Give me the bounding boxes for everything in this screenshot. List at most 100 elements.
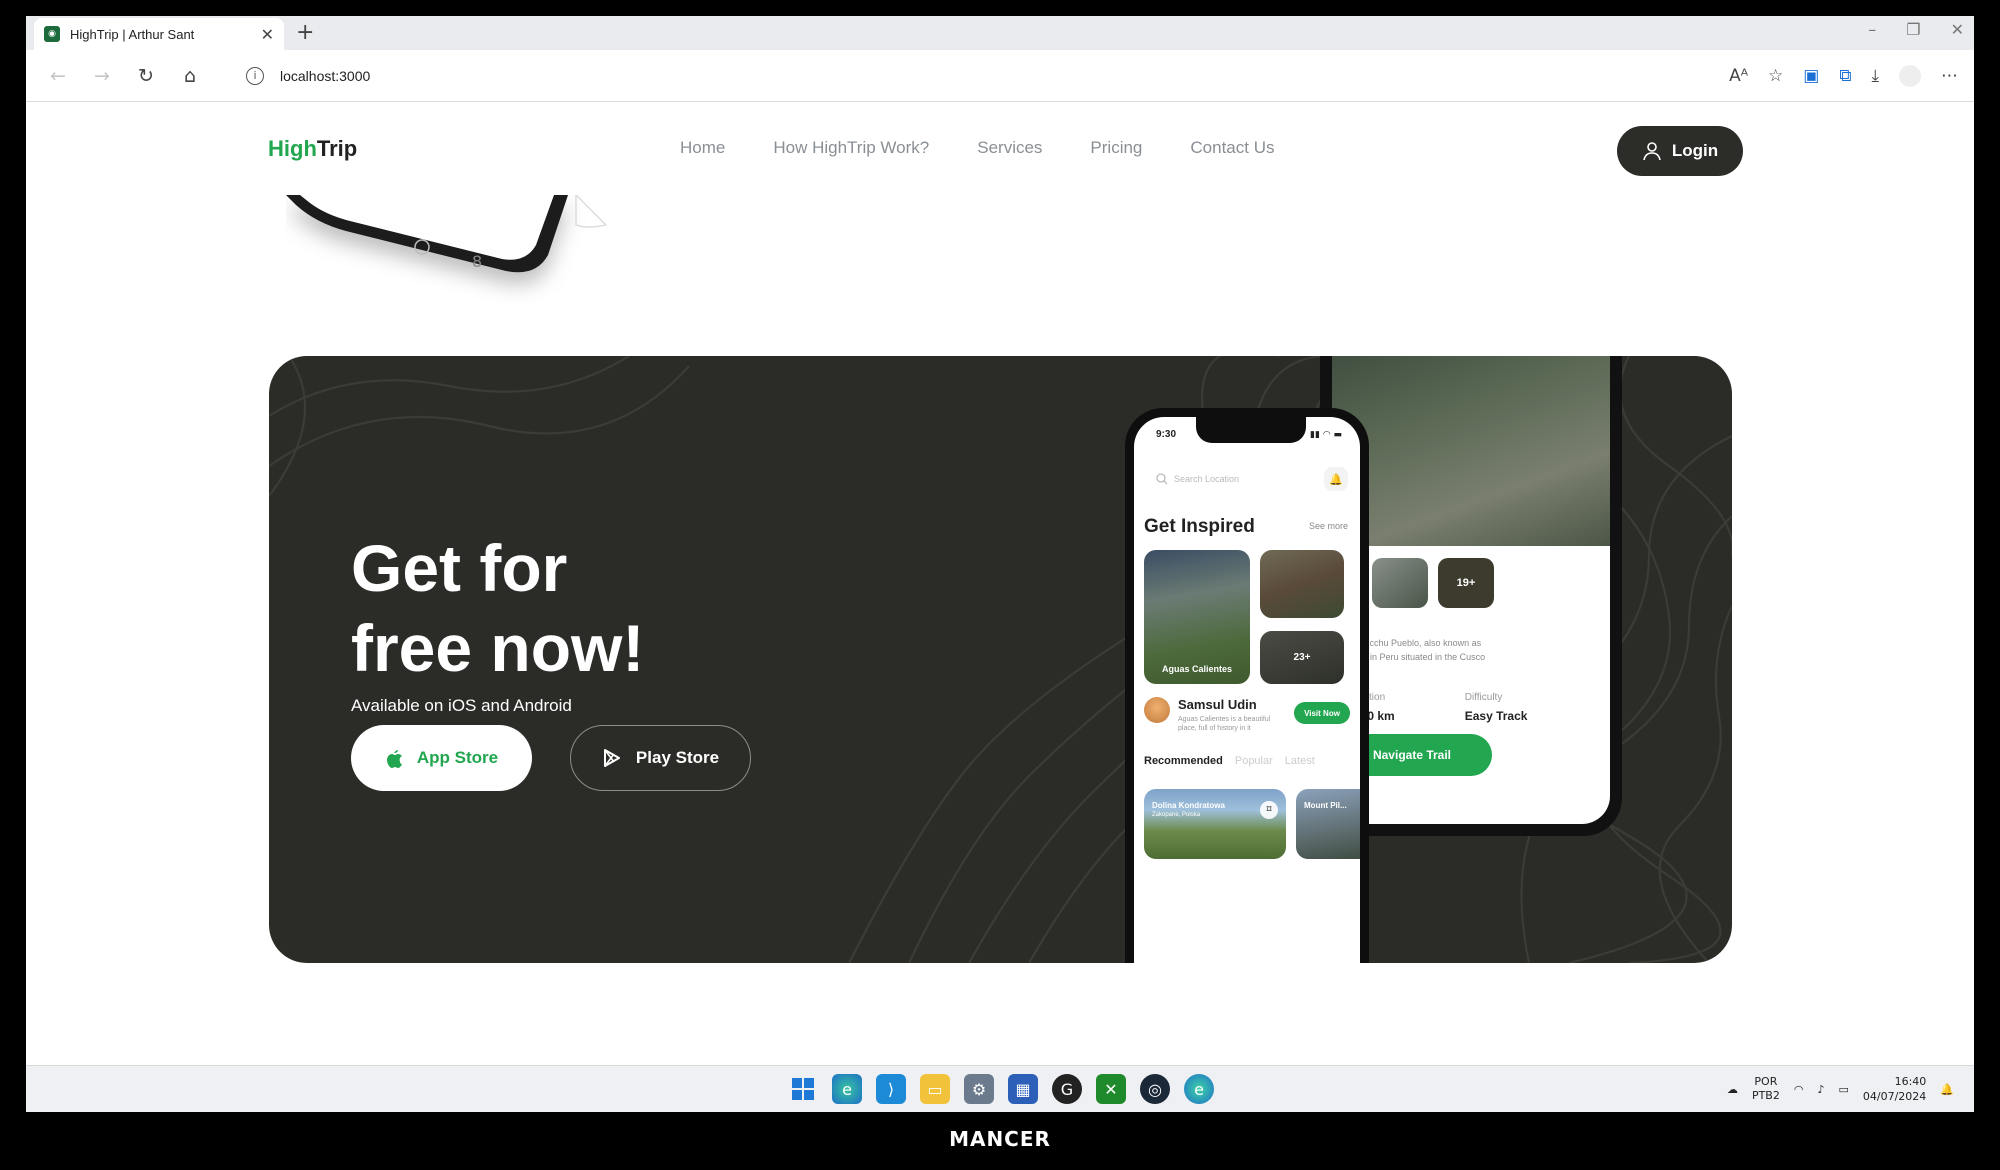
- tab-strip: ◉ HighTrip | Arthur Sant ✕ + – ❐ ✕: [26, 16, 1974, 50]
- difficulty-label: Difficulty: [1464, 692, 1503, 703]
- nav-services[interactable]: Services: [977, 138, 1042, 158]
- download-banner: Get for free now! Available on iOS and A…: [269, 356, 1732, 963]
- site-logo[interactable]: HighTrip: [268, 136, 357, 162]
- location-search[interactable]: Search Location: [1146, 463, 1336, 495]
- download-icon[interactable]: ⤓: [1871, 66, 1879, 86]
- new-tab-button[interactable]: +: [296, 20, 314, 45]
- nav-pricing[interactable]: Pricing: [1090, 138, 1142, 158]
- recommended-card-title: Dolina Kondratowa: [1152, 801, 1225, 810]
- site-favicon-icon: ◉: [44, 26, 60, 42]
- thumbnail[interactable]: [1372, 558, 1428, 608]
- restore-icon[interactable]: ❐: [1906, 20, 1920, 39]
- volume-icon[interactable]: ♪: [1817, 1083, 1824, 1096]
- phone-time: 9:30: [1156, 429, 1177, 440]
- site-header: HighTrip Home How HighTrip Work? Service…: [26, 103, 1974, 195]
- browser-toolbar: Aᴬ ☆ ▣ ⧉ ⤓ ⋯: [1729, 64, 1958, 87]
- xbox-icon[interactable]: ✕: [1096, 1074, 1126, 1104]
- visit-now-button[interactable]: Visit Now: [1294, 702, 1350, 724]
- settings-gear-icon[interactable]: ⚙: [964, 1074, 994, 1104]
- login-label: Login: [1671, 141, 1719, 160]
- refresh-icon[interactable]: ↻: [124, 65, 168, 87]
- windows-start-icon[interactable]: [788, 1074, 818, 1104]
- phone-mockup-front: 9:30 ▮▮ ◠ ▬ Search Location 🔔 Get Inspir…: [1125, 408, 1369, 963]
- profile-avatar[interactable]: [1899, 64, 1921, 87]
- keyboard-layout: PTB2: [1751, 1089, 1780, 1102]
- address-bar: ← → ↻ ⌂ i localhost:3000 Aᴬ ☆ ▣ ⧉ ⤓ ⋯: [26, 50, 1974, 102]
- nav-contact[interactable]: Contact Us: [1190, 138, 1274, 158]
- category-tabs: Recommended Popular Latest: [1144, 755, 1315, 767]
- recommended-card[interactable]: Dolina Kondratowa Zakopane, Polska ⌑: [1144, 789, 1286, 859]
- banner-headline: Get for free now!: [351, 528, 644, 688]
- nav-home[interactable]: Home: [680, 138, 725, 158]
- logo-trip: Trip: [316, 136, 358, 161]
- vscode-icon[interactable]: ⟩: [876, 1074, 906, 1104]
- url-field[interactable]: i localhost:3000: [224, 58, 1729, 94]
- play-store-button[interactable]: Play Store: [570, 725, 751, 791]
- main-nav: Home How HighTrip Work? Services Pricing…: [680, 138, 1274, 158]
- nav-how-it-works[interactable]: How HighTrip Work?: [773, 138, 929, 158]
- notification-bell-icon[interactable]: 🔔: [1940, 1083, 1954, 1096]
- login-button[interactable]: Login: [1617, 126, 1743, 176]
- read-aloud-icon[interactable]: Aᴬ: [1729, 66, 1748, 86]
- destination-card-main[interactable]: Aguas Calientes: [1144, 550, 1250, 684]
- onedrive-icon[interactable]: ☁: [1727, 1083, 1738, 1096]
- wifi-icon[interactable]: ◠: [1794, 1083, 1804, 1096]
- bell-icon[interactable]: 🔔: [1324, 467, 1348, 491]
- home-icon[interactable]: ⌂: [168, 65, 212, 87]
- clock-time: 16:40: [1894, 1075, 1927, 1088]
- see-more-link[interactable]: See more: [1309, 521, 1348, 531]
- difficulty-value: Easy Track: [1464, 709, 1528, 723]
- back-icon[interactable]: ←: [36, 65, 80, 87]
- steam-icon[interactable]: ◎: [1140, 1074, 1170, 1104]
- play-store-label: Play Store: [635, 748, 720, 767]
- guide-name: Samsul Udin: [1178, 697, 1257, 712]
- thumbnail-more[interactable]: 19+: [1438, 558, 1494, 608]
- search-icon: [1156, 473, 1168, 485]
- tab-popular[interactable]: Popular: [1235, 755, 1273, 767]
- recommended-card[interactable]: Mount Pil...: [1296, 789, 1360, 859]
- clock[interactable]: 16:40 04/07/2024: [1863, 1074, 1926, 1104]
- user-icon: [1643, 142, 1661, 161]
- lang-code: POR: [1754, 1075, 1778, 1088]
- guide-profile: Samsul Udin Aguas Calientes is a beautif…: [1144, 697, 1274, 733]
- get-inspired-title: Get Inspired: [1144, 516, 1255, 537]
- window-controls: – ❐ ✕: [1868, 20, 1964, 39]
- taskbar-apps: e ⟩ ▭ ⚙ ▦ G ✕ ◎ e: [788, 1074, 1214, 1104]
- site-info-icon[interactable]: i: [246, 66, 264, 85]
- minimize-icon[interactable]: –: [1868, 20, 1876, 39]
- destination-card[interactable]: [1260, 550, 1344, 618]
- bookmark-icon[interactable]: ⌑: [1260, 801, 1278, 819]
- search-placeholder: Search Location: [1174, 474, 1240, 484]
- tab-latest[interactable]: Latest: [1285, 755, 1315, 767]
- more-options-icon[interactable]: ⋯: [1941, 66, 1958, 86]
- web-page: HighTrip Home How HighTrip Work? Service…: [26, 103, 1974, 1065]
- edge-dev-icon[interactable]: e: [832, 1074, 862, 1104]
- headline-line-2: free now!: [351, 611, 645, 685]
- close-window-icon[interactable]: ✕: [1951, 20, 1964, 39]
- headline-line-1: Get for: [351, 531, 568, 605]
- banner-subtitle: Available on iOS and Android: [351, 696, 572, 715]
- trail-stats: Elevation2,040 km DifficultyEasy Track: [1344, 692, 1527, 723]
- tab-recommended[interactable]: Recommended: [1144, 755, 1223, 767]
- destination-card-more[interactable]: 23+: [1260, 631, 1344, 684]
- app-store-label: App Store: [416, 748, 499, 767]
- store-icon[interactable]: ▦: [1008, 1074, 1038, 1104]
- trail-hero-image: sntesamba: [1332, 356, 1610, 546]
- edge-icon[interactable]: e: [1184, 1074, 1214, 1104]
- url-text: localhost:3000: [280, 67, 371, 84]
- github-icon[interactable]: G: [1052, 1074, 1082, 1104]
- recommended-card-location: Zakopane, Polska: [1152, 812, 1201, 818]
- svg-text:8: 8: [472, 252, 482, 271]
- avatar: [1144, 697, 1170, 723]
- file-explorer-icon[interactable]: ▭: [920, 1074, 950, 1104]
- translate-icon[interactable]: ⧉: [1839, 66, 1851, 86]
- favorite-star-icon[interactable]: ☆: [1768, 66, 1783, 86]
- clock-date: 04/07/2024: [1862, 1090, 1927, 1103]
- app-store-button[interactable]: App Store: [351, 725, 532, 791]
- close-tab-icon[interactable]: ✕: [261, 25, 274, 44]
- browser-tab[interactable]: ◉ HighTrip | Arthur Sant ✕: [34, 18, 284, 50]
- screenshot-icon[interactable]: ▣: [1803, 66, 1819, 86]
- forward-icon[interactable]: →: [80, 65, 124, 87]
- battery-icon[interactable]: ▭: [1838, 1083, 1848, 1096]
- language-indicator[interactable]: POR PTB2: [1752, 1075, 1780, 1103]
